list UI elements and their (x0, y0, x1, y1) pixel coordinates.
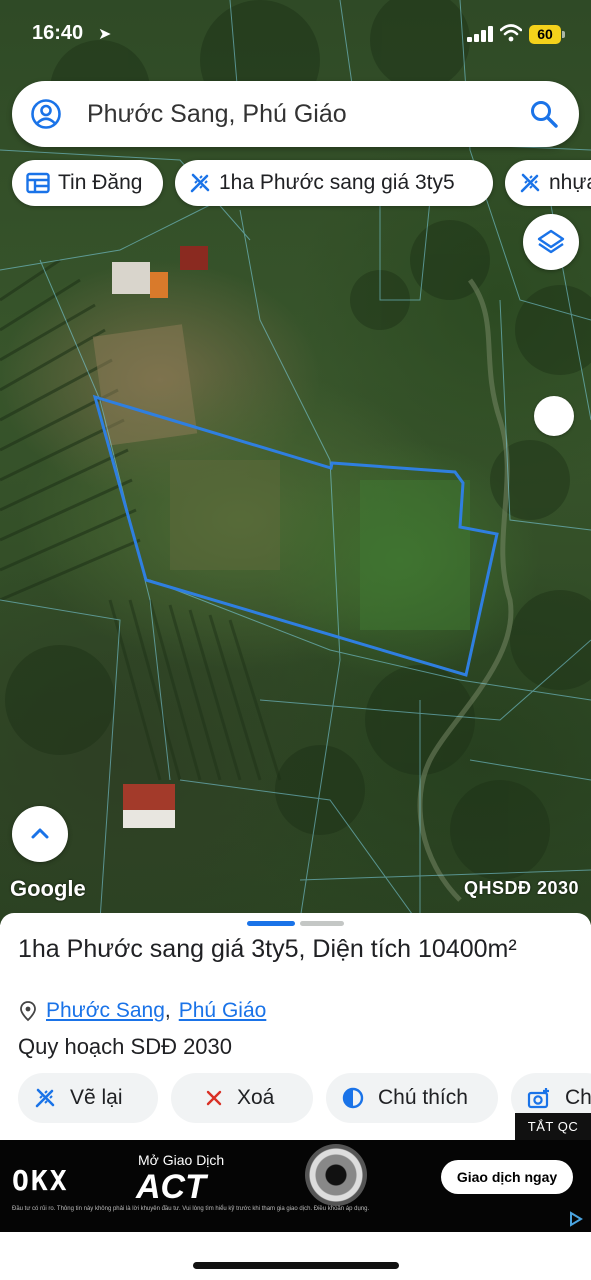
chip-parcel[interactable]: 1ha Phước sang giá 3ty5 (175, 160, 493, 206)
layers-button[interactable] (523, 214, 579, 270)
adchoices-icon[interactable] (567, 1210, 585, 1228)
layer-label: QHSDĐ 2030 (463, 878, 579, 898)
satellite-map[interactable]: 16:40 ➤ 60 Phước Sang, Phú Giáo Tin Đăng… (0, 0, 591, 925)
table-icon (26, 172, 50, 194)
battery-indicator: 60 (529, 25, 561, 44)
location-pin-icon (20, 1001, 36, 1022)
chip-label: nhựa (549, 171, 591, 194)
contrast-icon (342, 1087, 364, 1109)
parcel-location: Phước Sang , Phú Giáo (18, 999, 266, 1023)
map-handle-button[interactable] (534, 396, 574, 436)
district-link[interactable]: Phú Giáo (179, 999, 267, 1023)
pager-indicator[interactable] (300, 921, 344, 926)
search-input[interactable]: Phước Sang, Phú Giáo (87, 100, 347, 129)
pager-indicator-active[interactable] (247, 921, 295, 926)
delete-button[interactable]: Xoá (171, 1073, 313, 1123)
location-separator: , (164, 999, 171, 1022)
chip-nhua[interactable]: nhựa (505, 160, 591, 206)
wifi-icon (500, 24, 522, 42)
action-label: Ch (565, 1086, 591, 1109)
status-time: 16:40 (32, 22, 84, 44)
ruler-icon (520, 173, 540, 193)
commune-link[interactable]: Phước Sang (46, 999, 165, 1023)
parcel-title: 1ha Phước sang giá 3ty5, Diện tích 10400… (18, 935, 517, 963)
google-logo: Google (10, 876, 86, 901)
ad-eye-image (305, 1144, 367, 1206)
chip-label: 1ha Phước sang giá 3ty5 (219, 171, 455, 194)
ad-banner[interactable]: OKX Mở Giao Dịch ACT Giao dịch ngay Đầu … (0, 1140, 591, 1232)
search-icon[interactable] (529, 99, 559, 129)
action-label: Xoá (237, 1086, 275, 1109)
add-photo-icon (527, 1088, 549, 1109)
ruler-icon (190, 173, 210, 193)
battery-cap (562, 31, 565, 38)
ad-disclaimer: Đầu tư có rủi ro. Thông tin này không ph… (12, 1206, 370, 1212)
redraw-button[interactable]: Vẽ lại (18, 1073, 158, 1123)
action-label: Vẽ lại (70, 1086, 123, 1109)
cell-signal-icon (467, 26, 493, 42)
chip-label: Tin Đăng (58, 171, 143, 194)
ruler-icon (35, 1088, 55, 1108)
ad-cta-button[interactable]: Giao dịch ngay (441, 1160, 573, 1194)
ad-headline: ACT (136, 1168, 206, 1206)
status-bar: 16:40 ➤ 60 (0, 0, 591, 70)
action-label: Chú thích (378, 1086, 468, 1109)
ad-small-text: Mở Giao Dịch (138, 1152, 225, 1168)
home-indicator[interactable] (193, 1262, 399, 1269)
layers-icon (537, 229, 565, 254)
planning-label: Quy hoạch SDĐ 2030 (18, 1034, 233, 1059)
legend-button[interactable]: Chú thích (326, 1073, 498, 1123)
chevron-up-icon (31, 828, 49, 839)
chip-tin-dang[interactable]: Tin Đăng (12, 160, 163, 206)
close-ad-button[interactable]: TẮT QC (515, 1113, 591, 1140)
bottom-sheet: 1ha Phước sang giá 3ty5, Diện tích 10400… (0, 913, 591, 1140)
home-indicator-area (0, 1232, 591, 1280)
expand-sheet-button[interactable] (12, 806, 68, 862)
search-bar[interactable]: Phước Sang, Phú Giáo (12, 81, 579, 147)
account-icon[interactable] (30, 98, 62, 130)
close-icon (206, 1090, 222, 1106)
location-arrow-icon: ➤ (98, 26, 112, 43)
ad-brand-logo: OKX (12, 1164, 69, 1197)
